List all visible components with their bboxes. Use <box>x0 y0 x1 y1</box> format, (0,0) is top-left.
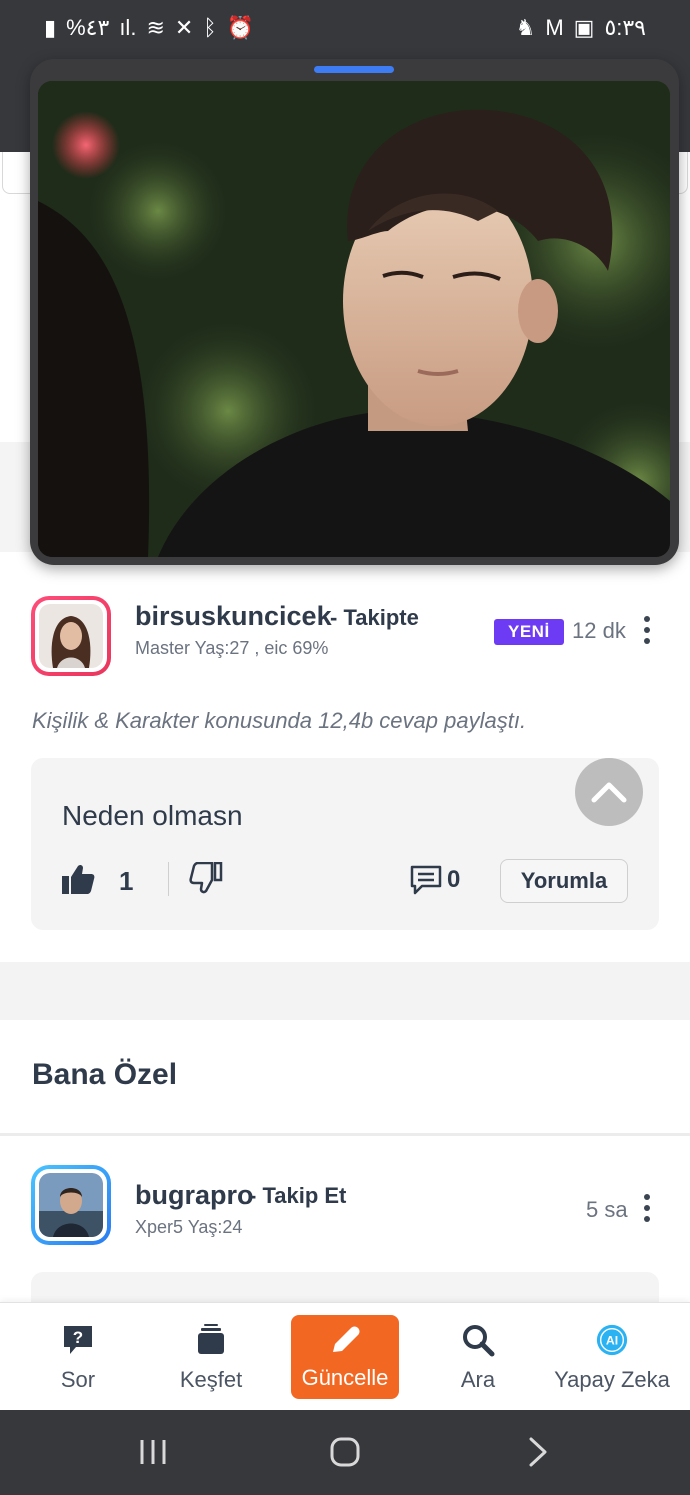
comment-bubble-icon <box>410 865 442 895</box>
mute-icon: ✕ <box>174 15 194 40</box>
timestamp: 5 sa <box>586 1197 628 1222</box>
section-spacer <box>0 962 690 1020</box>
battery-percent: %٤٣ <box>66 15 110 40</box>
nav-ask[interactable]: ? Sor <box>28 1303 128 1411</box>
scroll-to-top-button[interactable] <box>575 758 643 826</box>
nav-update[interactable]: Güncelle <box>291 1315 399 1399</box>
battery-icon: ▮ <box>44 15 57 40</box>
thumbs-up-icon <box>62 864 95 894</box>
status-left: ▮ %٤٣ ıl. ≋ ✕ ᛒ ⏰ <box>44 15 254 41</box>
gallery-icon: ▣ <box>573 15 595 40</box>
avatar[interactable] <box>31 1165 111 1245</box>
nav-label: Güncelle <box>301 1365 389 1390</box>
nav-label: Yapay Zeka <box>554 1367 670 1392</box>
alarm-icon: ⏰ <box>226 15 254 40</box>
status-right: ♞ M ▣ ٥:٣٩ <box>516 15 646 41</box>
nav-ai[interactable]: AI Yapay Zeka <box>548 1303 676 1411</box>
username[interactable]: birsuskuncicek <box>135 601 332 632</box>
clock: ٥:٣٩ <box>604 15 646 40</box>
section-divider <box>0 1133 690 1136</box>
signal-icon: ıl. <box>119 15 137 40</box>
follow-status[interactable]: - Takipte <box>330 605 419 631</box>
follow-button[interactable]: - Takip Et <box>249 1183 346 1209</box>
status-bar: ▮ %٤٣ ıl. ≋ ✕ ᛒ ⏰ ♞ M ▣ ٥:٣٩ <box>0 0 690 56</box>
nav-explore[interactable]: Keşfet <box>161 1303 261 1411</box>
stack-icon <box>194 1323 228 1357</box>
avatar[interactable] <box>31 596 111 676</box>
bluetooth-icon: ᛒ <box>203 15 217 40</box>
comment-button[interactable]: Yorumla <box>500 859 628 903</box>
home-icon <box>330 1437 360 1467</box>
like-count: 1 <box>119 866 134 896</box>
timestamp: 12 dk <box>572 618 626 643</box>
question-bubble-icon: ? <box>61 1323 95 1357</box>
chevron-right-icon <box>529 1437 547 1467</box>
username[interactable]: bugrapro <box>135 1180 254 1211</box>
comment-icon[interactable] <box>410 865 442 895</box>
wifi-icon: ≋ <box>146 15 165 40</box>
vote-divider <box>168 862 169 896</box>
more-options-icon[interactable] <box>641 1194 653 1222</box>
avatar-frame <box>35 1169 107 1241</box>
ai-icon: AI <box>595 1323 629 1357</box>
nav-label: Keşfet <box>179 1367 243 1392</box>
new-badge: YENİ <box>494 619 564 645</box>
search-icon <box>461 1323 495 1357</box>
nav-label: Sor <box>60 1367 96 1392</box>
recent-apps-icon <box>140 1440 166 1464</box>
picture-in-picture-window[interactable] <box>30 59 679 565</box>
dislike-button[interactable] <box>189 861 223 894</box>
section-title: Bana Özel <box>32 1058 178 1091</box>
thumbs-down-icon <box>189 861 223 894</box>
system-navigation-bar <box>0 1410 690 1495</box>
answer-text[interactable]: Neden olmasn <box>62 800 243 832</box>
video-frame-image <box>38 81 670 557</box>
nav-search[interactable]: Ara <box>428 1303 528 1411</box>
more-options-icon[interactable] <box>641 616 653 644</box>
notification-app-icon: ♞ <box>515 15 536 40</box>
nav-label: Ara <box>460 1367 496 1392</box>
avatar-image <box>39 1173 103 1237</box>
comment-count: 0 <box>447 866 461 893</box>
pencil-icon <box>328 1323 362 1357</box>
pip-drag-handle[interactable] <box>314 66 394 73</box>
gmail-icon: M <box>545 15 564 40</box>
home-button[interactable] <box>328 1436 362 1468</box>
recent-apps-button[interactable] <box>136 1436 170 1468</box>
bottom-navigation: ? Sor Keşfet Güncelle Ara AI Yapay Zeka <box>0 1302 690 1410</box>
app-screen: ▮ %٤٣ ıl. ≋ ✕ ᛒ ⏰ ♞ M ▣ ٥:٣٩ birsuskunci… <box>0 0 690 1495</box>
avatar-image <box>39 604 103 668</box>
svg-text:?: ? <box>73 1328 83 1347</box>
pip-video-frame[interactable] <box>38 81 670 557</box>
activity-text: Kişilik & Karakter konusunda 12,4b cevap… <box>32 708 527 733</box>
chevron-up-icon <box>591 782 627 803</box>
like-button[interactable] <box>61 863 95 895</box>
user-meta: Master Yaş:27 , eic 69% <box>135 638 329 658</box>
back-button[interactable] <box>526 1436 550 1468</box>
user-meta: Xper5 Yaş:24 <box>135 1217 243 1237</box>
svg-text:AI: AI <box>606 1334 618 1348</box>
avatar-frame <box>35 600 107 672</box>
answer-card: Neden olmasn 1 0 Yorumla <box>31 758 659 930</box>
